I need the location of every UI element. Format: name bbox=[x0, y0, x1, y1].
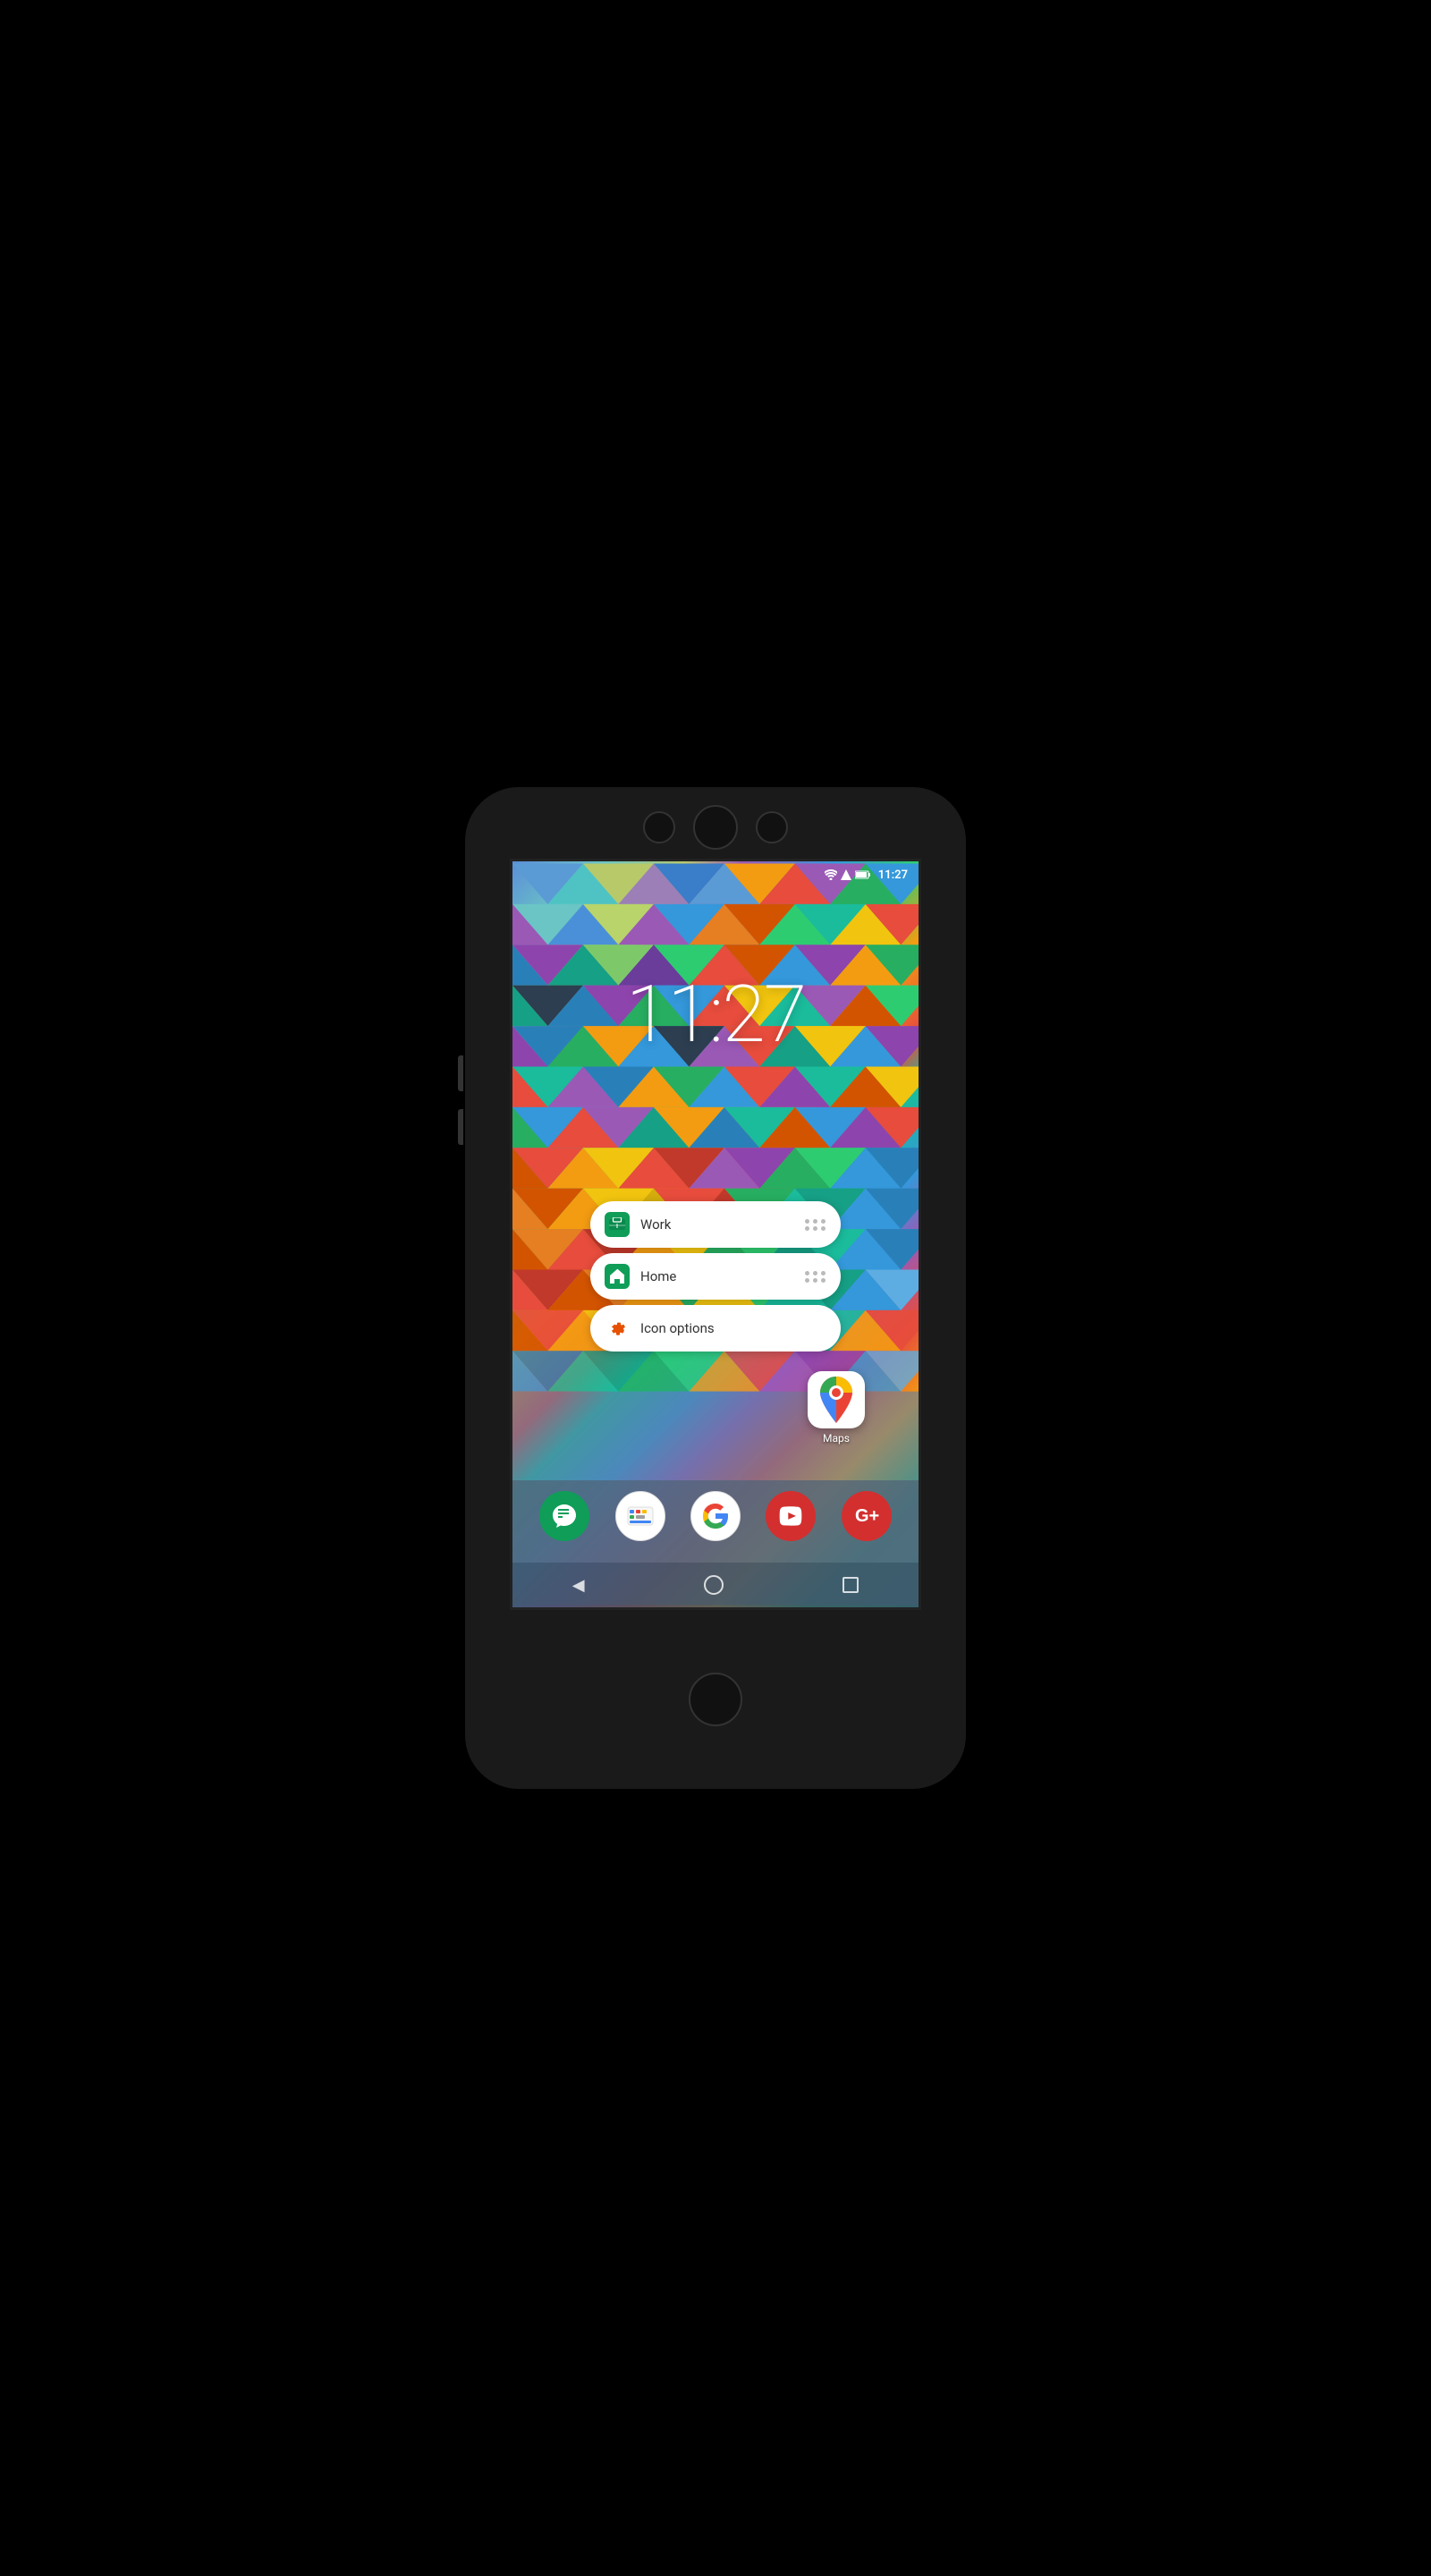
camera-left bbox=[643, 811, 675, 843]
home-menu-dots bbox=[805, 1271, 826, 1283]
google-app-icon[interactable] bbox=[690, 1491, 741, 1541]
maps-app-container[interactable]: G Maps bbox=[808, 1371, 865, 1445]
speaker bbox=[693, 805, 738, 850]
home-circle-icon bbox=[704, 1575, 724, 1595]
icon-options-label: Icon options bbox=[640, 1320, 826, 1336]
status-icons: 11:27 bbox=[825, 869, 908, 882]
volume-up-button[interactable] bbox=[458, 1055, 463, 1091]
clock-display: 11:27 bbox=[512, 969, 919, 1061]
briefcase-icon bbox=[609, 1217, 625, 1232]
work-menu-dots bbox=[805, 1219, 826, 1231]
hangouts-app-icon[interactable] bbox=[539, 1491, 589, 1541]
gear-icon bbox=[607, 1318, 627, 1338]
context-menu: Work Home bbox=[590, 1201, 841, 1352]
svg-text:G+: G+ bbox=[855, 1506, 879, 1526]
youtube-app-icon[interactable] bbox=[766, 1491, 816, 1541]
menu-item-work[interactable]: Work bbox=[590, 1201, 841, 1248]
work-icon-container bbox=[605, 1212, 630, 1237]
status-time: 11:27 bbox=[878, 869, 908, 882]
app-dock: G+ bbox=[512, 1480, 919, 1563]
gplus-app-icon[interactable]: G+ bbox=[842, 1491, 892, 1541]
gear-icon-container bbox=[605, 1316, 630, 1341]
wifi-icon bbox=[825, 869, 837, 880]
fingerprint-sensor[interactable] bbox=[689, 1673, 742, 1726]
home-icon bbox=[609, 1268, 625, 1284]
status-bar: 11:27 bbox=[512, 861, 919, 888]
maps-label: Maps bbox=[823, 1432, 850, 1445]
maps-app-icon[interactable]: G bbox=[808, 1371, 865, 1428]
battery-icon bbox=[855, 869, 871, 880]
home-menu-label: Home bbox=[640, 1268, 805, 1284]
recent-apps-square-icon bbox=[843, 1577, 859, 1593]
recent-apps-button[interactable] bbox=[843, 1577, 859, 1593]
menu-item-icon-options[interactable]: Icon options bbox=[590, 1305, 841, 1352]
volume-down-button[interactable] bbox=[458, 1109, 463, 1145]
home-icon-container bbox=[605, 1264, 630, 1289]
signal-icon bbox=[841, 869, 851, 880]
phone-screen: 11:27 11:27 bbox=[510, 859, 921, 1610]
home-button[interactable] bbox=[704, 1575, 724, 1595]
menu-item-home[interactable]: Home bbox=[590, 1253, 841, 1300]
camera-right bbox=[756, 811, 788, 843]
dock-app-row: G+ bbox=[527, 1491, 904, 1541]
phone-top-bar bbox=[465, 787, 966, 859]
work-menu-label: Work bbox=[640, 1216, 805, 1233]
navigation-bar: ◀ bbox=[512, 1563, 919, 1607]
back-button[interactable]: ◀ bbox=[572, 1576, 585, 1595]
phone-bottom bbox=[689, 1610, 742, 1789]
gboard-app-icon[interactable] bbox=[615, 1491, 665, 1541]
phone-device: 11:27 11:27 bbox=[465, 787, 966, 1789]
